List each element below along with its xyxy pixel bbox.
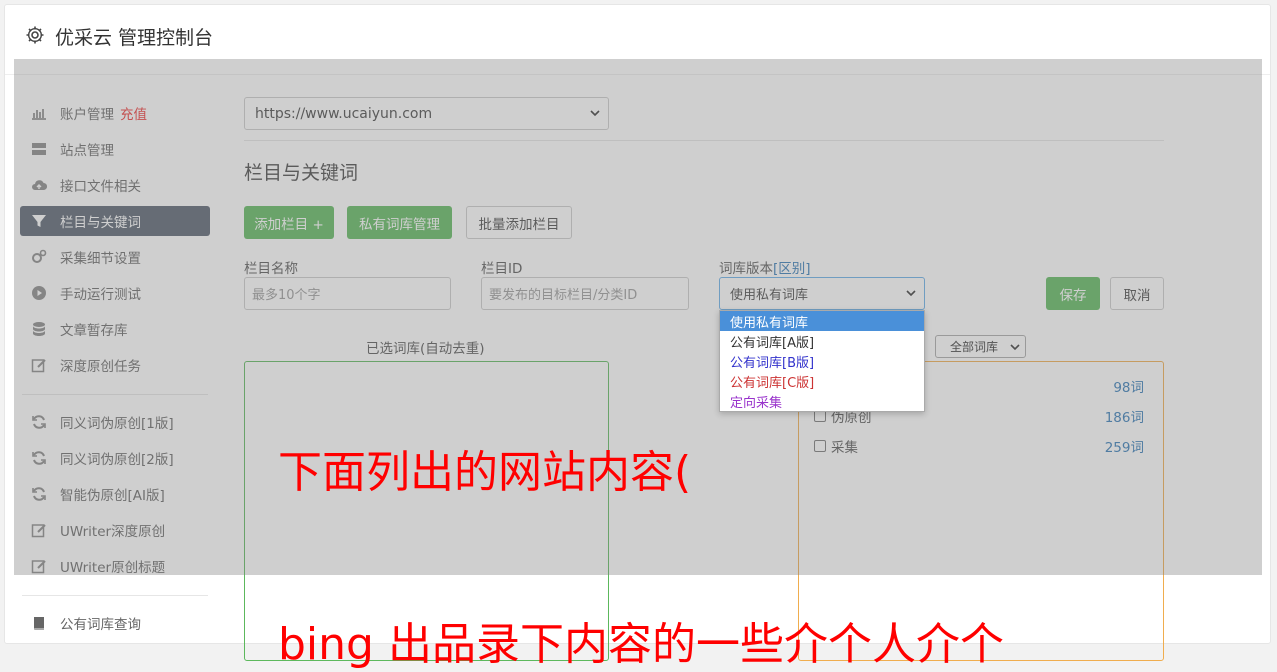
sidebar-item-label: 公有词库查询 xyxy=(60,617,141,633)
sidebar-divider xyxy=(22,595,208,596)
annotation-text-line1: 下面列出的网站内容( xyxy=(278,447,692,498)
gear-icon xyxy=(26,26,44,44)
version-option[interactable]: 定向采集 xyxy=(720,391,924,411)
book-icon xyxy=(34,617,44,631)
sidebar-item-public-lib[interactable]: 公有词库查询 xyxy=(20,608,210,638)
app-title: 优采云 管理控制台 xyxy=(55,27,214,49)
version-option[interactable]: 公有词库[B版] xyxy=(720,351,924,371)
annotation-text-line2: bing 出品录下内容的一些介个人介个 xyxy=(278,619,1004,670)
version-option[interactable]: 公有词库[C版] xyxy=(720,371,924,391)
version-option[interactable]: 使用私有词库 xyxy=(720,311,924,331)
version-dropdown-list[interactable]: 使用私有词库 公有词库[A版] 公有词库[B版] 公有词库[C版] 定向采集 xyxy=(719,310,925,412)
version-option[interactable]: 公有词库[A版] xyxy=(720,331,924,351)
